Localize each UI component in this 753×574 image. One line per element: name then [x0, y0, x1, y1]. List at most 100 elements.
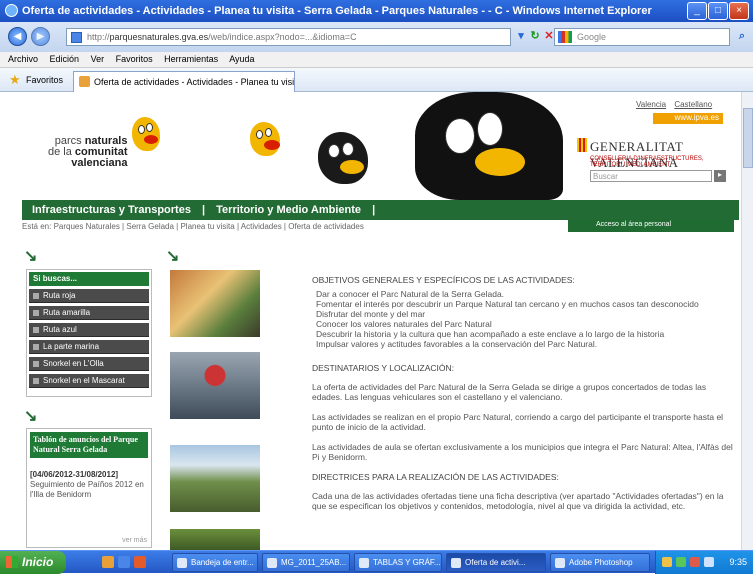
bird-eye: [328, 144, 340, 158]
photo-landscape: [170, 529, 260, 550]
tray-icon[interactable]: [704, 557, 714, 567]
main-nav: Infraestructuras y Transportes | Territo…: [22, 200, 739, 220]
task-oferta[interactable]: Oferta de activi...: [446, 553, 546, 572]
web-page: Valencia Castellano www.ipva.es parcs na…: [0, 92, 741, 550]
url-path: /web/indice.aspx?nodo=...&idioma=C: [208, 32, 357, 42]
site-search-input[interactable]: Buscar: [590, 170, 712, 182]
close-button[interactable]: ×: [729, 2, 749, 20]
task-label: Bandeja de entr...: [191, 558, 254, 567]
forward-button[interactable]: ▶: [31, 27, 50, 46]
tab-title: Oferta de actividades - Actividades - Pl…: [94, 77, 295, 87]
bird-eye: [256, 130, 263, 139]
ie-quicklaunch-icon[interactable]: [118, 556, 130, 568]
arrow-icon: ↘: [166, 248, 180, 265]
quicklaunch-icon[interactable]: [134, 556, 146, 568]
dropdown-icon[interactable]: ▾: [514, 29, 528, 43]
sidebar-menu: Si buscas... Ruta roja Ruta amarilla Rut…: [26, 269, 152, 397]
nav-territorio[interactable]: Territorio y Medio Ambiente: [216, 204, 361, 216]
favorites-button[interactable]: Favoritos: [26, 75, 63, 85]
bird-mascot-large: [415, 92, 563, 200]
tray-icon[interactable]: [690, 557, 700, 567]
url-host: parquesnaturales.gva.es: [109, 32, 209, 42]
heading-directrices: DIRECTRICES PARA LA REALIZACIÓN DE LAS A…: [312, 472, 559, 482]
tray-icon[interactable]: [676, 557, 686, 567]
bird-eye: [138, 125, 145, 134]
star-icon[interactable]: ★: [9, 72, 21, 88]
page-icon: [71, 32, 82, 43]
sidebar-item-ruta-roja[interactable]: Ruta roja: [29, 289, 149, 303]
objetivos-list: Dar a conocer el Parc Natural de la Serr…: [312, 289, 737, 349]
arrow-icon: ↘: [24, 248, 38, 265]
menu-ver[interactable]: Ver: [91, 54, 105, 64]
sidebar-item-snorkel-mascarat[interactable]: Snorkel en el Mascarat: [29, 374, 149, 388]
bird-beak: [340, 160, 364, 174]
task-bandeja[interactable]: Bandeja de entr...: [172, 553, 258, 572]
task-tablas[interactable]: TABLAS Y GRÁF...: [354, 553, 442, 572]
sidebar-item-parte-marina[interactable]: La parte marina: [29, 340, 149, 354]
breadcrumb[interactable]: Está en: Parques Naturales | Serra Gelad…: [22, 222, 364, 231]
notice-board: Tablón de anuncios del Parque Natural Se…: [26, 428, 152, 548]
notice-date: [04/06/2012-31/08/2012]: [30, 470, 119, 479]
more-link[interactable]: ver más: [122, 537, 147, 544]
sidebar-heading: Si buscas...: [29, 272, 149, 286]
parcs-naturals-logo[interactable]: parcs naturals de la comunitat valencian…: [48, 136, 127, 169]
ie-icon: [5, 4, 18, 17]
start-label: Inicio: [22, 555, 54, 569]
acceso-area-personal-button[interactable]: Acceso al área personal: [568, 219, 734, 232]
sidebar-item-ruta-azul[interactable]: Ruta azul: [29, 323, 149, 337]
nav-separator: |: [372, 204, 376, 216]
menu-favoritos[interactable]: Favoritos: [116, 54, 153, 64]
menu-edicion[interactable]: Edición: [50, 54, 80, 64]
bird-eye: [146, 123, 153, 132]
browser-tab[interactable]: Oferta de actividades - Actividades - Pl…: [73, 71, 295, 92]
bird-mascot-small: [132, 117, 160, 151]
menu-archivo[interactable]: Archivo: [8, 54, 38, 64]
scrollbar-thumb[interactable]: [743, 108, 753, 168]
paragraph: Las actividades se realizan en el propio…: [312, 412, 724, 432]
task-label: Adobe Photoshop: [569, 558, 633, 567]
ipva-link[interactable]: www.ipva.es: [653, 113, 723, 124]
google-icon: [558, 31, 572, 43]
lang-castellano[interactable]: Castellano: [674, 100, 712, 109]
search-input[interactable]: Google: [554, 28, 730, 46]
lang-valencia[interactable]: Valencia: [636, 100, 666, 109]
start-button[interactable]: Inicio: [0, 551, 66, 574]
taskbar: Inicio Bandeja de entr... MG_2011_25AB..…: [0, 550, 753, 574]
heading-destinatarios: DESTINATARIOS Y LOCALIZACIÓN:: [312, 363, 455, 373]
menu-ayuda[interactable]: Ayuda: [229, 54, 254, 64]
windows-logo-icon: [6, 556, 18, 568]
paragraph: La oferta de actividades del Parc Natura…: [312, 382, 707, 402]
window-title: Oferta de actividades - Actividades - Pl…: [22, 5, 652, 17]
back-button[interactable]: ◀: [8, 27, 27, 46]
nav-infraestructuras[interactable]: Infraestructuras y Transportes: [32, 204, 191, 216]
photo-guide: [170, 352, 260, 419]
sidebar-item-ruta-amarilla[interactable]: Ruta amarilla: [29, 306, 149, 320]
bird-eye: [477, 112, 503, 146]
task-mg2011[interactable]: MG_2011_25AB...: [262, 553, 350, 572]
task-label: TABLAS Y GRÁF...: [373, 558, 441, 567]
vertical-scrollbar[interactable]: [741, 92, 753, 550]
bird-beak: [144, 135, 158, 144]
ie-icon: [451, 558, 461, 568]
list-item: Fomentar el interés por descubrir un Par…: [316, 299, 699, 309]
search-icon[interactable]: ⌕: [735, 29, 749, 43]
url-field[interactable]: http://parquesnaturales.gva.es/web/indic…: [66, 28, 511, 46]
menu-herramientas[interactable]: Herramientas: [164, 54, 218, 64]
notice-board-heading: Tablón de anuncios del Parque Natural Se…: [30, 432, 148, 458]
tray-icon[interactable]: [662, 557, 672, 567]
bird-beak: [475, 148, 525, 176]
list-item: Disfrutar del monte y del mar: [316, 309, 426, 319]
minimize-button[interactable]: _: [687, 2, 707, 20]
bird-eye: [342, 142, 354, 156]
maximize-button[interactable]: □: [708, 2, 728, 20]
task-photoshop[interactable]: Adobe Photoshop: [550, 553, 650, 572]
site-search-button[interactable]: ▸: [714, 170, 726, 182]
quicklaunch-icon[interactable]: [102, 556, 114, 568]
refresh-icon[interactable]: ↻: [528, 29, 542, 43]
word-icon: [359, 558, 369, 568]
notice-item[interactable]: [04/06/2012-31/08/2012] Seguimiento de P…: [30, 470, 148, 500]
sidebar-item-snorkel-olla[interactable]: Snorkel en L'Olla: [29, 357, 149, 371]
notice-text: Seguimiento de Paíños 2012 en l'Illa de …: [30, 480, 144, 499]
list-item: Conocer los valores naturales del Parc N…: [316, 319, 492, 329]
favorites-bar: ★ Favoritos Oferta de actividades - Acti…: [0, 68, 753, 92]
